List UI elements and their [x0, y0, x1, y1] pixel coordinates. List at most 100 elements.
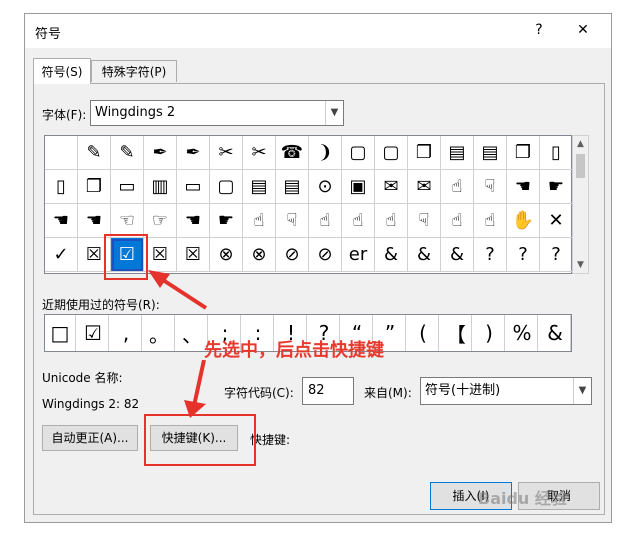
- tab-symbols[interactable]: 符号(S): [33, 58, 91, 84]
- symbol-cell[interactable]: ▤: [474, 136, 507, 170]
- from-select[interactable]: 符号(十进制) ▼: [420, 377, 592, 405]
- symbol-cell[interactable]: ☟: [408, 204, 441, 238]
- symbol-cell[interactable]: &: [441, 238, 474, 272]
- symbol-cell[interactable]: ✋: [507, 204, 540, 238]
- annotation-text: 先选中，后点击快捷键: [204, 340, 384, 361]
- font-label: 字体(F):: [42, 108, 87, 122]
- recent-symbol-cell[interactable]: 。: [144, 315, 175, 351]
- symbol-cell[interactable]: ☞: [144, 204, 177, 238]
- symbol-cell[interactable]: ▥: [144, 170, 177, 204]
- window-title: 符号: [35, 27, 62, 42]
- symbol-cell[interactable]: ☒: [144, 238, 177, 272]
- recent-symbol-cell[interactable]: (: [408, 315, 439, 351]
- chevron-down-icon[interactable]: ▼: [573, 378, 591, 404]
- scroll-thumb[interactable]: [576, 154, 585, 178]
- symbol-cell[interactable]: ▯: [540, 136, 573, 170]
- symbol-grid-scrollbar[interactable]: ▲ ▼: [572, 135, 589, 274]
- symbol-cell[interactable]: ▢: [375, 136, 408, 170]
- recent-symbol-cell[interactable]: ,: [111, 315, 142, 351]
- symbol-cell[interactable]: ☎: [276, 136, 309, 170]
- symbol-cell[interactable]: ▢: [342, 136, 375, 170]
- recent-symbol-cell[interactable]: 【: [441, 315, 472, 351]
- annotation-box-shortcut-button: [144, 414, 256, 466]
- title-bar: 符号 ? ✕: [25, 14, 611, 48]
- symbol-cell[interactable]: ✒: [144, 136, 177, 170]
- symbol-cell[interactable]: ?: [507, 238, 540, 272]
- symbol-cell[interactable]: er: [342, 238, 375, 272]
- symbol-cell[interactable]: ⊘: [276, 238, 309, 272]
- from-select-value: 符号(十进制): [425, 383, 501, 398]
- scroll-up-icon[interactable]: ▲: [573, 136, 588, 152]
- symbol-cell[interactable]: ☚: [507, 170, 540, 204]
- symbol-cell[interactable]: ❩: [309, 136, 342, 170]
- annotation-arrow-down: [184, 360, 206, 418]
- symbol-cell[interactable]: ☟: [474, 170, 507, 204]
- recent-symbol-cell[interactable]: %: [507, 315, 538, 351]
- symbol-cell[interactable]: ❐: [507, 136, 540, 170]
- symbol-cell[interactable]: ▯: [45, 170, 78, 204]
- symbol-cell[interactable]: ?: [540, 238, 573, 272]
- symbol-cell[interactable]: ?: [474, 238, 507, 272]
- symbol-cell[interactable]: ☛: [540, 170, 573, 204]
- symbol-cell[interactable]: ☚: [177, 204, 210, 238]
- unicode-name-value: Wingdings 2: 82: [42, 397, 140, 411]
- scroll-down-icon[interactable]: ▼: [573, 257, 588, 273]
- symbol-cell[interactable]: ⊙: [309, 170, 342, 204]
- symbol-cell[interactable]: ✉: [408, 170, 441, 204]
- char-code-label: 字符代码(C):: [224, 386, 294, 400]
- symbol-cell[interactable]: ☝: [243, 204, 276, 238]
- symbol-cell[interactable]: ✓: [45, 238, 78, 272]
- symbol-cell[interactable]: &: [375, 238, 408, 272]
- symbol-cell[interactable]: ☜: [111, 204, 144, 238]
- symbol-cell[interactable]: ☟: [276, 204, 309, 238]
- symbol-cell[interactable]: ☝: [375, 204, 408, 238]
- symbol-cell[interactable]: ✒: [177, 136, 210, 170]
- chevron-down-icon[interactable]: ▼: [325, 101, 343, 125]
- annotation-arrow-up: [148, 270, 208, 310]
- symbol-cell[interactable]: ✉: [375, 170, 408, 204]
- symbol-cell[interactable]: ☚: [78, 204, 111, 238]
- symbol-cell[interactable]: ❐: [78, 170, 111, 204]
- symbol-cell[interactable]: &: [408, 238, 441, 272]
- symbol-cell[interactable]: ▤: [441, 136, 474, 170]
- close-button[interactable]: ✕: [573, 20, 593, 40]
- autocorrect-button[interactable]: 自动更正(A)...: [42, 425, 138, 451]
- symbol-cell[interactable]: ☝: [441, 204, 474, 238]
- help-button[interactable]: ?: [529, 20, 549, 40]
- symbol-cell[interactable]: ✂: [210, 136, 243, 170]
- symbol-cell[interactable]: ✎: [78, 136, 111, 170]
- symbol-cell[interactable]: ▭: [111, 170, 144, 204]
- symbol-cell[interactable]: ✕: [540, 204, 573, 238]
- symbol-cell[interactable]: ⊘: [309, 238, 342, 272]
- symbol-cell[interactable]: ☒: [177, 238, 210, 272]
- recent-symbol-cell[interactable]: ☑: [78, 315, 109, 351]
- symbol-cell[interactable]: ⊗: [243, 238, 276, 272]
- symbol-cell[interactable]: ▭: [177, 170, 210, 204]
- from-label: 来自(M):: [364, 386, 412, 400]
- font-select[interactable]: Wingdings 2 ▼: [90, 100, 344, 126]
- symbol-cell[interactable]: ▤: [243, 170, 276, 204]
- symbol-cell[interactable]: ✎: [111, 136, 144, 170]
- symbol-cell[interactable]: ❐: [408, 136, 441, 170]
- symbol-cell[interactable]: ☚: [45, 204, 78, 238]
- watermark-text: Baidu 经验: [478, 489, 567, 508]
- symbol-cell[interactable]: ✂: [243, 136, 276, 170]
- tab-special-chars[interactable]: 特殊字符(P): [91, 60, 177, 82]
- symbol-cell[interactable]: ☝: [342, 204, 375, 238]
- recent-symbol-cell[interactable]: &: [540, 315, 571, 351]
- font-select-value: Wingdings 2: [95, 105, 176, 120]
- char-code-input[interactable]: 82: [302, 377, 354, 405]
- recent-symbol-cell[interactable]: ): [474, 315, 505, 351]
- recent-symbol-cell[interactable]: □: [45, 315, 76, 351]
- symbol-cell[interactable]: ▢: [210, 170, 243, 204]
- symbol-cell[interactable]: ☝: [441, 170, 474, 204]
- symbol-cell[interactable]: [45, 136, 78, 170]
- symbol-cell[interactable]: ☛: [210, 204, 243, 238]
- symbol-cell[interactable]: ⊗: [210, 238, 243, 272]
- shortcut-key-label: 快捷键:: [250, 433, 291, 447]
- unicode-name-label: Unicode 名称:: [42, 371, 123, 385]
- symbol-cell[interactable]: ☝: [474, 204, 507, 238]
- symbol-cell[interactable]: ▤: [276, 170, 309, 204]
- symbol-cell[interactable]: ☝: [309, 204, 342, 238]
- symbol-cell[interactable]: ▣: [342, 170, 375, 204]
